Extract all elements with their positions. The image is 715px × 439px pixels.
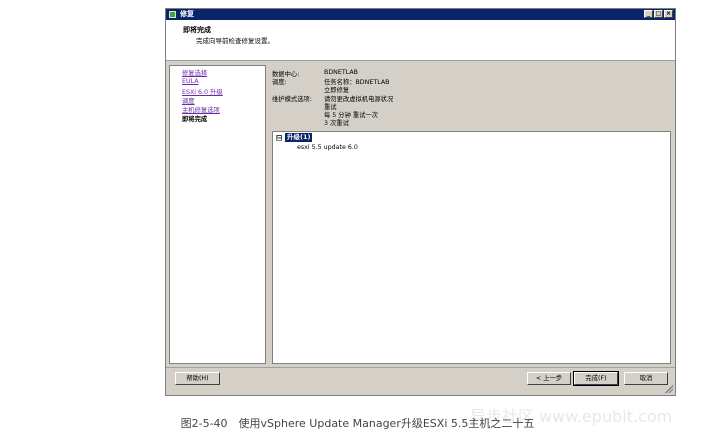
wizard-steps-nav: 修复选择 EULA ESXi 6.0 升级 调度 主机修复选项 即将完成 [169,65,266,364]
maintenance-retry-count: 3 次重试 [324,120,349,127]
help-button[interactable]: 帮助(H) [175,372,220,385]
remediate-wizard-window: 修复 _ □ × 即将完成 完成向导前检查修复设置。 修复选择 EULA ESX… [165,8,676,396]
schedule-label: 调度: [272,79,287,86]
upgrade-node[interactable]: 升级(1) [285,133,313,142]
summary-panel: 数据中心: BDNETLAB 调度: 任务名称：BDNETLAB 立即修复 维护… [269,65,672,364]
finish-button[interactable]: 完成(F) [573,371,619,386]
app-icon [169,11,176,18]
title-bar[interactable]: 修复 _ □ × [166,9,675,20]
maintenance-mode-label: 维护模式选项: [272,96,312,103]
page-title: 即将完成 [183,26,211,34]
schedule-run-now: 立即修复 [324,87,350,94]
page-subtitle: 完成向导前检查修复设置。 [196,37,274,45]
datacenter-value: BDNETLAB [324,69,358,76]
minimize-button[interactable]: _ [644,10,653,18]
step-schedule[interactable]: 调度 [182,96,195,105]
cancel-button[interactable]: 取消 [624,372,668,385]
back-button[interactable]: < 上一步 [527,372,571,385]
step-esxi-upgrade[interactable]: ESXi 6.0 升级 [182,87,223,96]
baseline-item[interactable]: esxi 5.5 update 6.0 [297,144,358,151]
collapse-toggle-icon[interactable]: ⊟ [276,135,282,141]
resize-grip-icon[interactable] [665,385,673,393]
step-ready-to-complete: 即将完成 [182,116,208,123]
figure-caption: 图2-5-40 使用vSphere Update Manager升级ESXi 5… [180,417,535,430]
close-button[interactable]: × [664,10,673,18]
step-remediation-selection[interactable]: 修复选择 [182,68,207,77]
footer-divider [166,367,675,368]
wizard-header: 即将完成 完成向导前检查修复设置。 [166,20,675,61]
step-eula[interactable]: EULA [182,78,199,85]
maximize-button[interactable]: □ [654,10,663,18]
window-title: 修复 [180,10,194,18]
window-controls: _ □ × [644,10,673,18]
upgrade-tree: ⊟ 升级(1) esxi 5.5 update 6.0 [272,131,671,364]
step-host-remediation-options[interactable]: 主机修复选项 [182,105,220,114]
